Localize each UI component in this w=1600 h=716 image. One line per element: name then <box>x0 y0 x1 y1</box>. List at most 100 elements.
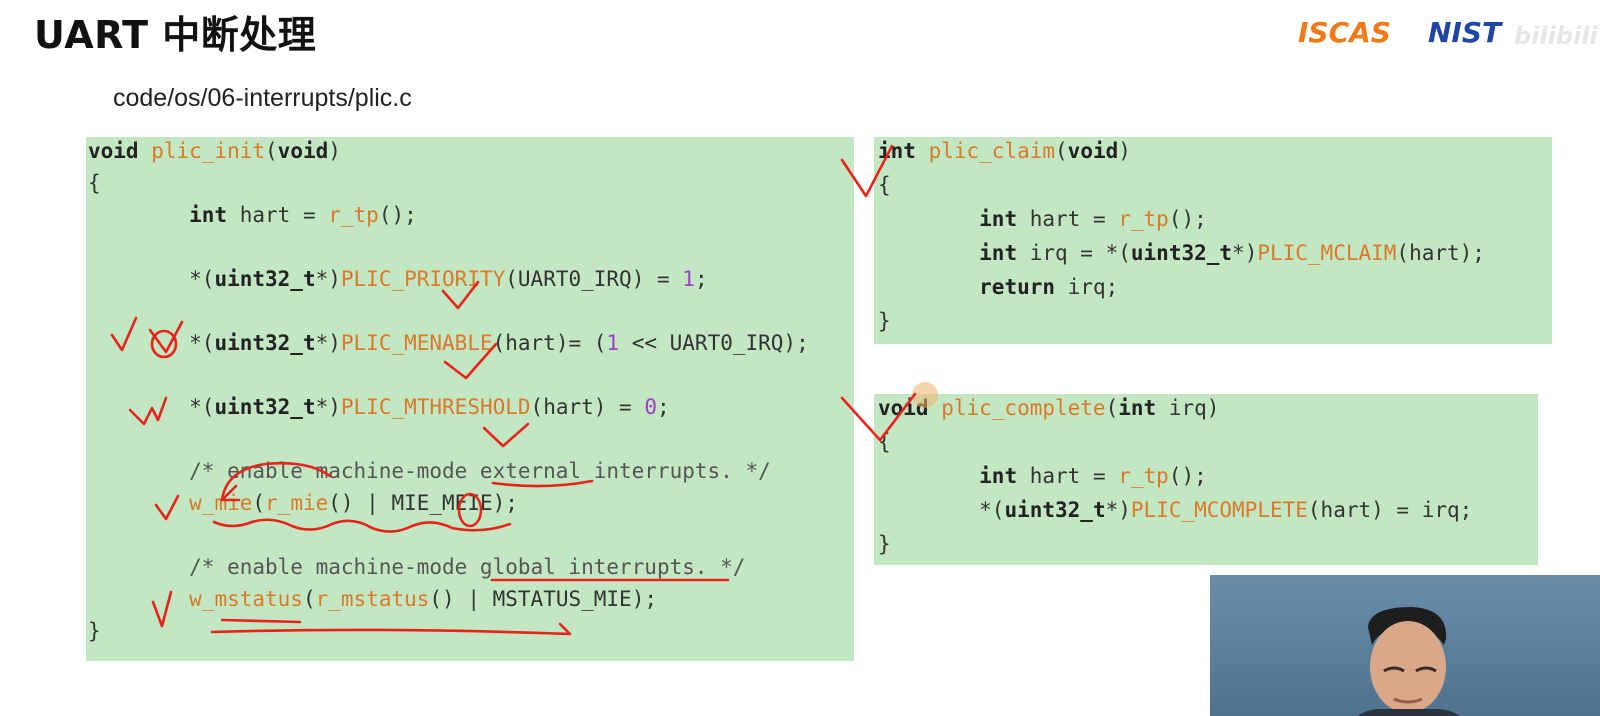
complete-code-line: } <box>878 532 891 556</box>
code-token: return <box>979 275 1068 299</box>
code-token: r_mstatus <box>315 587 430 611</box>
init-code-line: { <box>88 171 101 195</box>
bilibili-watermark: bilibili <box>1514 22 1598 50</box>
code-token: (hart); <box>1396 241 1485 265</box>
init-code-line: *(uint32_t*)PLIC_MTHRESHOLD(hart) = 0; <box>88 395 670 419</box>
claim-code-line: int hart = r_tp(); <box>878 207 1207 231</box>
init-code-line: /* enable machine-mode global interrupts… <box>88 555 745 579</box>
init-code-line: *(uint32_t*)PLIC_MENABLE(hart)= (1 << UA… <box>88 331 809 355</box>
code-panel-plic-init: void plic_init(void){ int hart = r_tp();… <box>86 137 854 661</box>
code-token: *) <box>315 267 341 291</box>
nist-logo: NIST <box>1428 16 1502 49</box>
init-code-line: /* enable machine-mode external interrup… <box>88 459 771 483</box>
code-token: (hart)= ( <box>492 331 607 355</box>
code-token: *( <box>88 267 215 291</box>
init-code-line: w_mstatus(r_mstatus() | MSTATUS_MIE); <box>88 587 657 611</box>
code-token: w_mstatus <box>189 587 303 611</box>
code-token: plic_claim <box>928 139 1056 163</box>
code-token: << UART0_IRQ); <box>619 331 809 355</box>
code-token: uint32_t <box>1004 498 1106 522</box>
code-token: hart = <box>239 203 329 227</box>
code-token: *( <box>88 331 215 355</box>
code-token: } <box>88 619 101 643</box>
code-token: r_mie <box>265 491 329 515</box>
code-token: ( <box>1105 396 1119 420</box>
code-token: ( <box>302 587 316 611</box>
code-token: ; <box>657 395 670 419</box>
code-token: r_tp <box>328 203 379 227</box>
code-token: ( <box>1055 139 1068 163</box>
iscas-logo: ISCAS <box>1298 16 1391 49</box>
code-panel-plic-complete: void plic_complete(int irq){ int hart = … <box>874 394 1538 565</box>
init-code-line: } <box>88 619 101 643</box>
complete-code-line: { <box>878 430 891 454</box>
code-token: ) <box>328 139 341 163</box>
code-token: () | MSTATUS_MIE); <box>429 587 657 611</box>
code-token: r_tp <box>1118 207 1169 231</box>
logo-area: ISCAS NIST bilibili <box>1290 14 1600 54</box>
code-token: uint32_t <box>1130 241 1233 265</box>
code-token: } <box>878 309 891 333</box>
init-code-line: int hart = r_tp(); <box>88 203 417 227</box>
init-code-line: *(uint32_t*)PLIC_PRIORITY(UART0_IRQ) = 1… <box>88 267 708 291</box>
claim-code-line: } <box>878 309 891 333</box>
code-token: *) <box>1105 498 1131 522</box>
code-token: PLIC_MTHRESHOLD <box>340 395 531 419</box>
code-token: hart = <box>1029 207 1119 231</box>
code-token: int <box>1118 396 1169 420</box>
presenter-video <box>1210 575 1600 716</box>
code-token: irq = *( <box>1029 241 1131 265</box>
claim-code-line: int irq = *(uint32_t*)PLIC_MCLAIM(hart); <box>878 241 1485 265</box>
code-token: int <box>979 464 1030 488</box>
code-token: *) <box>1232 241 1258 265</box>
code-token: int <box>979 241 1030 265</box>
code-token: void <box>1067 139 1119 163</box>
code-token: /* enable machine-mode global interrupts… <box>88 555 746 579</box>
code-panel-plic-claim: int plic_claim(void) { int hart = r_tp();… <box>874 137 1552 344</box>
code-token: irq) <box>1168 396 1220 420</box>
code-token: PLIC_PRIORITY <box>340 267 506 291</box>
code-token: { <box>878 173 891 197</box>
code-token: w_mie <box>189 491 253 515</box>
code-token: *( <box>88 395 215 419</box>
complete-code-line: *(uint32_t*)PLIC_MCOMPLETE(hart) = irq; <box>878 498 1472 522</box>
code-token: *) <box>315 331 341 355</box>
code-token: 1 <box>682 267 695 291</box>
code-token: uint32_t <box>214 395 316 419</box>
code-token: PLIC_MCLAIM <box>1257 241 1397 265</box>
claim-code-line: return irq; <box>878 275 1118 299</box>
code-token: ( <box>265 139 278 163</box>
code-token: 0 <box>644 395 657 419</box>
code-token: (hart) = irq; <box>1307 498 1473 522</box>
file-path: code/os/06-interrupts/plic.c <box>113 84 412 112</box>
code-token: 1 <box>606 331 620 355</box>
code-token: ; <box>694 267 708 291</box>
code-token: plic_init <box>151 139 266 163</box>
code-token: (); <box>1168 207 1207 231</box>
code-token: plic_complete <box>941 396 1106 420</box>
code-token: { <box>88 171 101 195</box>
code-token: uint32_t <box>214 331 316 355</box>
code-token: int <box>189 203 240 227</box>
code-token: () | MIE_MEIE); <box>328 491 518 515</box>
code-token: (hart) = <box>530 395 645 419</box>
complete-code-line: int hart = r_tp(); <box>878 464 1207 488</box>
init-code-line: void plic_init(void) <box>88 139 341 163</box>
code-token: ) <box>1118 139 1131 163</box>
code-token: /* enable machine-mode external interrup… <box>88 459 771 483</box>
code-token: irq; <box>1067 275 1119 299</box>
code-token: } <box>878 532 891 556</box>
code-token: r_tp <box>1118 464 1169 488</box>
code-token: void <box>277 139 329 163</box>
code-token: *) <box>315 395 341 419</box>
pointer-highlight <box>912 382 938 408</box>
code-token: int <box>878 139 929 163</box>
code-token: PLIC_MENABLE <box>340 331 493 355</box>
